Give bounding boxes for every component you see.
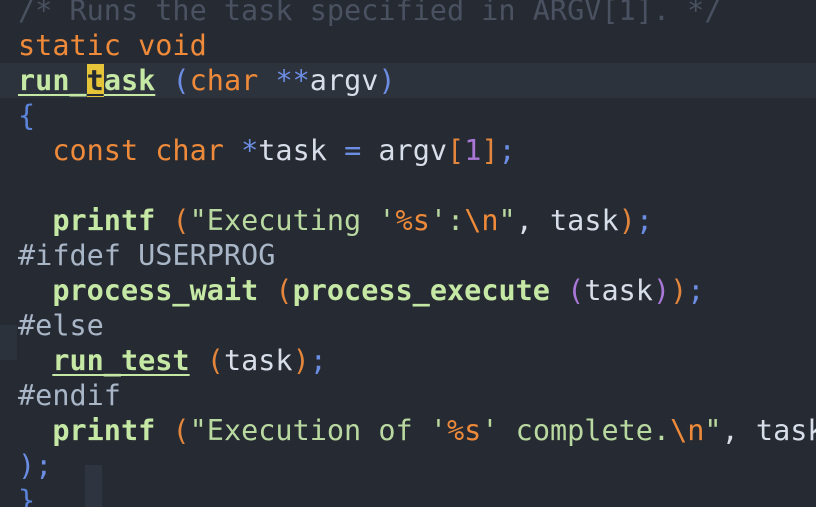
code-line[interactable]: { bbox=[0, 98, 816, 133]
code-line[interactable]: static void bbox=[0, 28, 816, 63]
code-token: ) bbox=[652, 274, 671, 307]
code-token: " bbox=[498, 204, 516, 237]
code-line[interactable]: printf ("Executing '%s':\n", task); bbox=[0, 203, 816, 238]
code-token: %s bbox=[447, 414, 482, 447]
code-token: \n bbox=[670, 414, 705, 447]
code-line[interactable]: const char *task = argv[1]; bbox=[0, 133, 816, 168]
code-token: printf bbox=[52, 414, 156, 447]
code-line[interactable]: run_task (char **argv) bbox=[0, 63, 816, 98]
code-token: ) bbox=[618, 204, 636, 237]
code-token: "Execution of ' bbox=[189, 414, 448, 447]
code-token: ) bbox=[378, 64, 396, 97]
code-token: { bbox=[18, 99, 36, 132]
code-token: const char bbox=[52, 134, 224, 167]
text-cursor: t bbox=[86, 64, 104, 97]
code-token: ) bbox=[18, 449, 36, 482]
code-token: \n bbox=[464, 204, 499, 237]
code-token: "Executing ' bbox=[189, 204, 396, 237]
code-token: run_ bbox=[18, 64, 87, 97]
code-editor[interactable]: /* Runs the task specified in ARGV[1]. *… bbox=[0, 0, 816, 507]
code-token: , task bbox=[721, 414, 816, 447]
code-token: ( bbox=[275, 274, 293, 307]
code-line[interactable]: #else bbox=[0, 308, 816, 343]
code-token: #else bbox=[18, 309, 104, 342]
code-token: static void bbox=[18, 29, 207, 62]
code-token: task bbox=[584, 274, 653, 307]
code-token: #ifdef USERPROG bbox=[18, 239, 276, 272]
code-token: #endif bbox=[18, 379, 121, 412]
code-token: printf bbox=[52, 204, 156, 237]
code-token: ) bbox=[670, 274, 688, 307]
code-token: argv bbox=[309, 64, 379, 97]
code-token: ' complete. bbox=[481, 414, 671, 447]
code-token: ( bbox=[172, 204, 190, 237]
code-token: ; bbox=[498, 134, 516, 167]
code-token: ; bbox=[35, 449, 53, 482]
code-token: ** bbox=[275, 64, 310, 97]
code-token: ) bbox=[292, 344, 310, 377]
code-line[interactable] bbox=[0, 168, 816, 203]
code-token: " bbox=[704, 414, 722, 447]
code-token: ; bbox=[309, 344, 327, 377]
code-line[interactable]: run_test (task); bbox=[0, 343, 816, 378]
code-token: ; bbox=[635, 204, 653, 237]
code-token: ask bbox=[103, 64, 156, 97]
code-token: } bbox=[18, 484, 36, 507]
code-token: 1 bbox=[464, 134, 482, 167]
code-token: %s bbox=[395, 204, 430, 237]
code-line[interactable]: #endif bbox=[0, 378, 816, 413]
code-token: ( bbox=[567, 274, 585, 307]
code-token: ; bbox=[687, 274, 705, 307]
code-token: [ bbox=[447, 134, 465, 167]
code-line[interactable]: /* Runs the task specified in ARGV[1]. *… bbox=[0, 0, 816, 28]
code-token: ': bbox=[429, 204, 465, 237]
code-token: ( bbox=[172, 414, 190, 447]
code-token: , task bbox=[515, 204, 619, 237]
code-token: ] bbox=[481, 134, 499, 167]
code-token: argv bbox=[361, 134, 448, 167]
code-line[interactable]: } bbox=[0, 483, 816, 507]
code-token: * bbox=[241, 134, 259, 167]
code-token: task bbox=[258, 134, 345, 167]
code-line[interactable]: process_wait (process_execute (task)); bbox=[0, 273, 816, 308]
code-token: process_wait bbox=[52, 274, 259, 307]
code-line[interactable]: printf ("Execution of '%s' complete.\n",… bbox=[0, 413, 816, 448]
code-token: run_test bbox=[52, 344, 190, 377]
code-token: ( bbox=[206, 344, 224, 377]
code-token: char bbox=[189, 64, 259, 97]
code-token: /* Runs the task specified in ARGV[1]. *… bbox=[18, 0, 722, 27]
code-token: task bbox=[223, 344, 293, 377]
code-token: = bbox=[344, 134, 362, 167]
code-line[interactable]: ); bbox=[0, 448, 816, 483]
code-token: ( bbox=[172, 64, 190, 97]
code-line[interactable]: #ifdef USERPROG bbox=[0, 238, 816, 273]
code-token: process_execute bbox=[292, 274, 550, 307]
